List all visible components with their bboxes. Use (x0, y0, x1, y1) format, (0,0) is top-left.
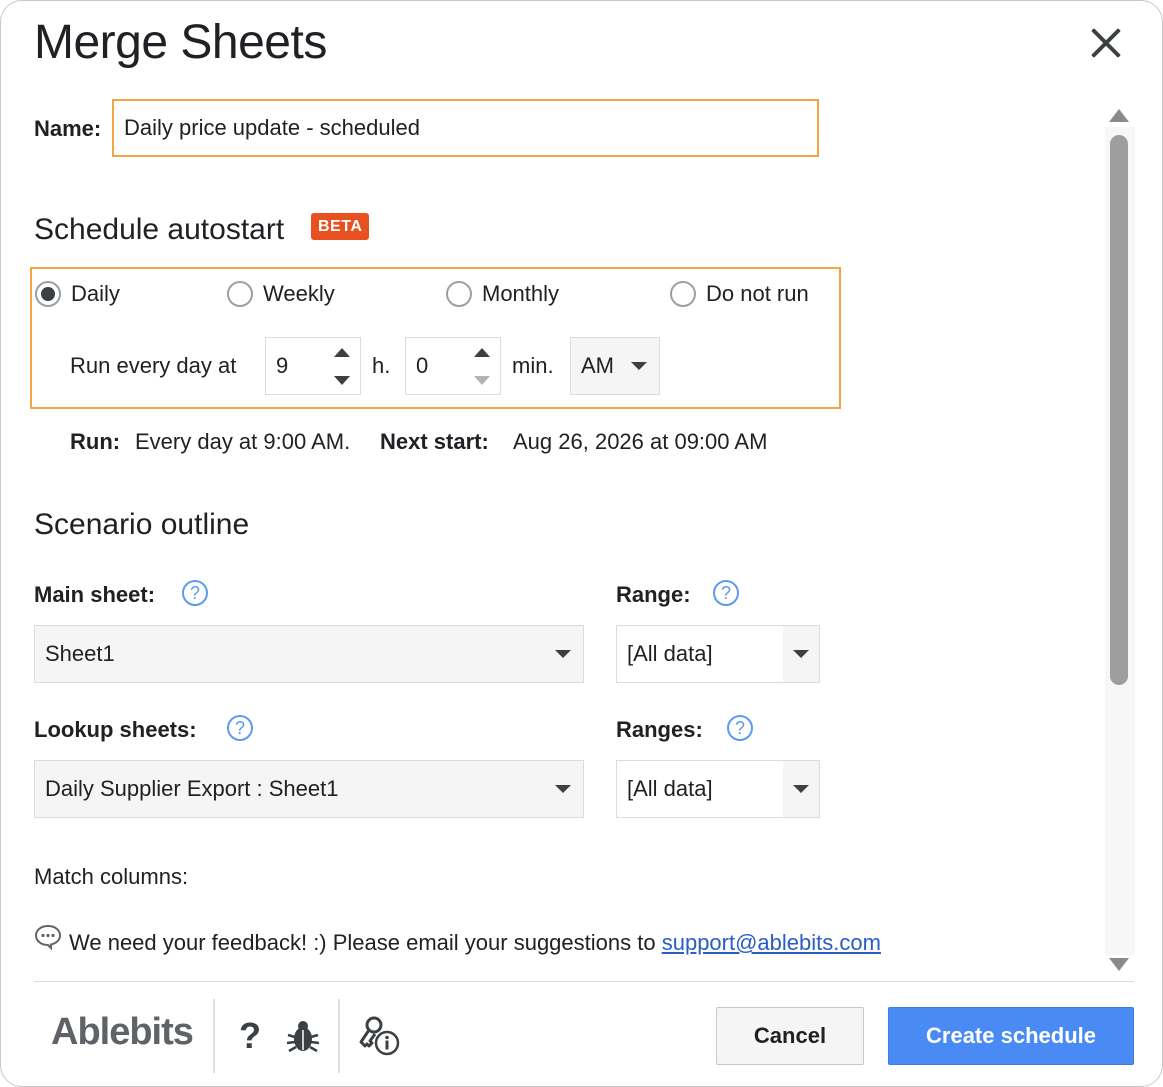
merge-sheets-dialog: Merge Sheets Name: Schedule autostart BE… (0, 0, 1163, 1087)
radio-unchecked-icon (227, 281, 253, 307)
minute-unit: min. (512, 353, 554, 378)
feedback-text: We need your feedback! :) Please email y… (69, 930, 881, 955)
radio-label: Daily (71, 281, 120, 306)
lookup-sheets-value: Daily Supplier Export : Sheet1 (45, 776, 339, 801)
scroll-up-icon[interactable] (1109, 109, 1129, 122)
close-icon[interactable] (1084, 21, 1128, 65)
main-sheet-select[interactable]: Sheet1 (34, 625, 584, 683)
chevron-down-icon (555, 650, 571, 658)
help-icon[interactable]: ? (727, 715, 753, 741)
radio-checked-icon (35, 281, 61, 307)
hour-value: 9 (276, 353, 289, 378)
decrement-icon[interactable] (334, 376, 350, 385)
radio-do-not-run[interactable]: Do not run (670, 281, 809, 307)
scrollbar-thumb[interactable] (1110, 135, 1128, 685)
ablebits-logo[interactable]: Ablebits (51, 1011, 194, 1054)
create-schedule-button[interactable]: Create schedule (888, 1007, 1134, 1065)
radio-unchecked-icon (446, 281, 472, 307)
footer-divider (34, 981, 1134, 982)
lookup-sheets-label: Lookup sheets: (34, 717, 197, 742)
schedule-heading: Schedule autostart (34, 213, 285, 246)
footer-separator (338, 999, 340, 1073)
help-icon[interactable]: ? (227, 715, 253, 741)
ranges-label: Ranges: (616, 717, 703, 742)
ranges-value: [All data] (617, 776, 783, 802)
chevron-down-icon (793, 785, 809, 793)
scroll-down-icon[interactable] (1109, 958, 1129, 971)
radio-label: Monthly (482, 281, 560, 306)
radio-monthly[interactable]: Monthly (446, 281, 559, 307)
hour-unit: h. (372, 353, 391, 378)
help-icon[interactable]: ? (182, 580, 208, 606)
beta-badge: BETA (311, 213, 370, 240)
lookup-sheets-select[interactable]: Daily Supplier Export : Sheet1 (34, 760, 584, 818)
support-email-link[interactable]: support@ablebits.com (662, 930, 881, 955)
run-value: Every day at 9:00 AM. (135, 429, 351, 454)
next-start-label: Next start: (380, 429, 489, 454)
main-sheet-value: Sheet1 (45, 641, 115, 666)
range-value: [All data] (617, 641, 783, 667)
help-icon[interactable]: ? (713, 580, 739, 606)
run-every-label: Run every day at (70, 353, 237, 378)
cancel-button[interactable]: Cancel (716, 1007, 864, 1065)
ranges-select[interactable]: [All data] (616, 760, 820, 818)
radio-unchecked-icon (670, 281, 696, 307)
increment-icon[interactable] (474, 348, 490, 357)
ampm-value: AM (581, 353, 614, 378)
decrement-icon[interactable] (474, 376, 490, 385)
radio-weekly[interactable]: Weekly (227, 281, 335, 307)
main-sheet-label: Main sheet: (34, 582, 156, 607)
chevron-down-icon (555, 785, 571, 793)
bug-icon[interactable] (285, 1017, 321, 1055)
hour-stepper[interactable]: 9 (265, 337, 361, 395)
minute-value: 0 (416, 353, 429, 378)
footer-separator (213, 999, 215, 1073)
minute-stepper[interactable]: 0 (405, 337, 501, 395)
name-label: Name: (34, 116, 102, 141)
ampm-select[interactable]: AM (570, 337, 660, 395)
run-label: Run: (70, 429, 121, 454)
help-question-icon[interactable]: ? (239, 1015, 261, 1057)
name-input[interactable] (112, 99, 819, 157)
range-label: Range: (616, 582, 691, 607)
radio-label: Weekly (263, 281, 335, 306)
scenario-heading: Scenario outline (34, 508, 250, 541)
dialog-title: Merge Sheets (34, 16, 327, 69)
match-columns-label: Match columns: (34, 864, 189, 889)
chat-bubble-icon (34, 924, 62, 950)
radio-daily[interactable]: Daily (35, 281, 120, 307)
chevron-down-icon (631, 362, 647, 370)
chevron-down-icon (793, 650, 809, 658)
next-start-value: Aug 26, 2026 at 09:00 AM (513, 429, 768, 454)
radio-label: Do not run (706, 281, 809, 306)
increment-icon[interactable] (334, 348, 350, 357)
key-info-icon[interactable] (359, 1015, 401, 1057)
range-select[interactable]: [All data] (616, 625, 820, 683)
